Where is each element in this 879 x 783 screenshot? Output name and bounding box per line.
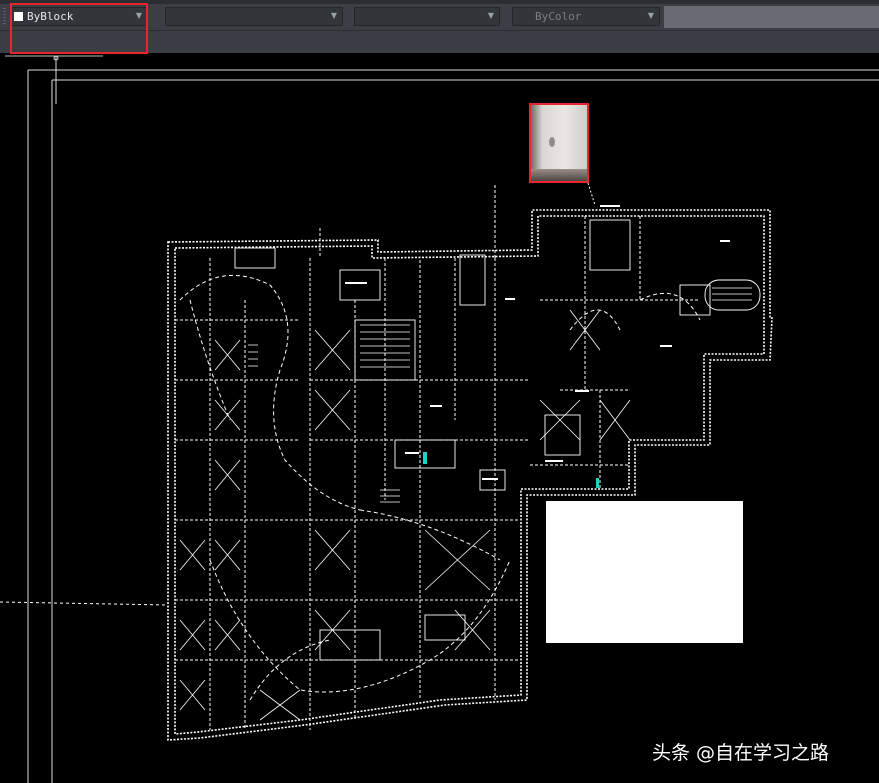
layer-combo-3[interactable]: ▼ — [354, 7, 500, 26]
photo-thumbnail[interactable] — [529, 103, 589, 183]
extension-line — [0, 601, 169, 606]
watermark-text: 头条 @自在学习之路 — [652, 742, 830, 764]
interior-walls — [175, 185, 700, 730]
white-redaction-box — [546, 501, 743, 643]
annotation-text-marks — [345, 205, 730, 480]
layer-combo-2[interactable]: ▼ — [165, 7, 343, 26]
floor-plan-drawing — [0, 55, 879, 783]
toolbar-empty-area — [664, 6, 879, 28]
leader-line — [587, 182, 596, 206]
drawing-canvas[interactable] — [0, 53, 879, 783]
wall-spot — [549, 137, 555, 147]
color-combo-value: ByColor — [535, 10, 582, 23]
toolbar-grip-handle[interactable] — [3, 8, 6, 26]
chevron-down-icon: ▼ — [330, 11, 337, 20]
chevron-down-icon: ▼ — [647, 11, 654, 20]
annotation-highlight-box — [10, 3, 148, 54]
cyan-markers — [423, 452, 599, 488]
chevron-down-icon: ▼ — [487, 11, 494, 20]
floor-strip — [531, 169, 587, 181]
color-combo[interactable]: ByColor ▼ — [512, 7, 660, 26]
